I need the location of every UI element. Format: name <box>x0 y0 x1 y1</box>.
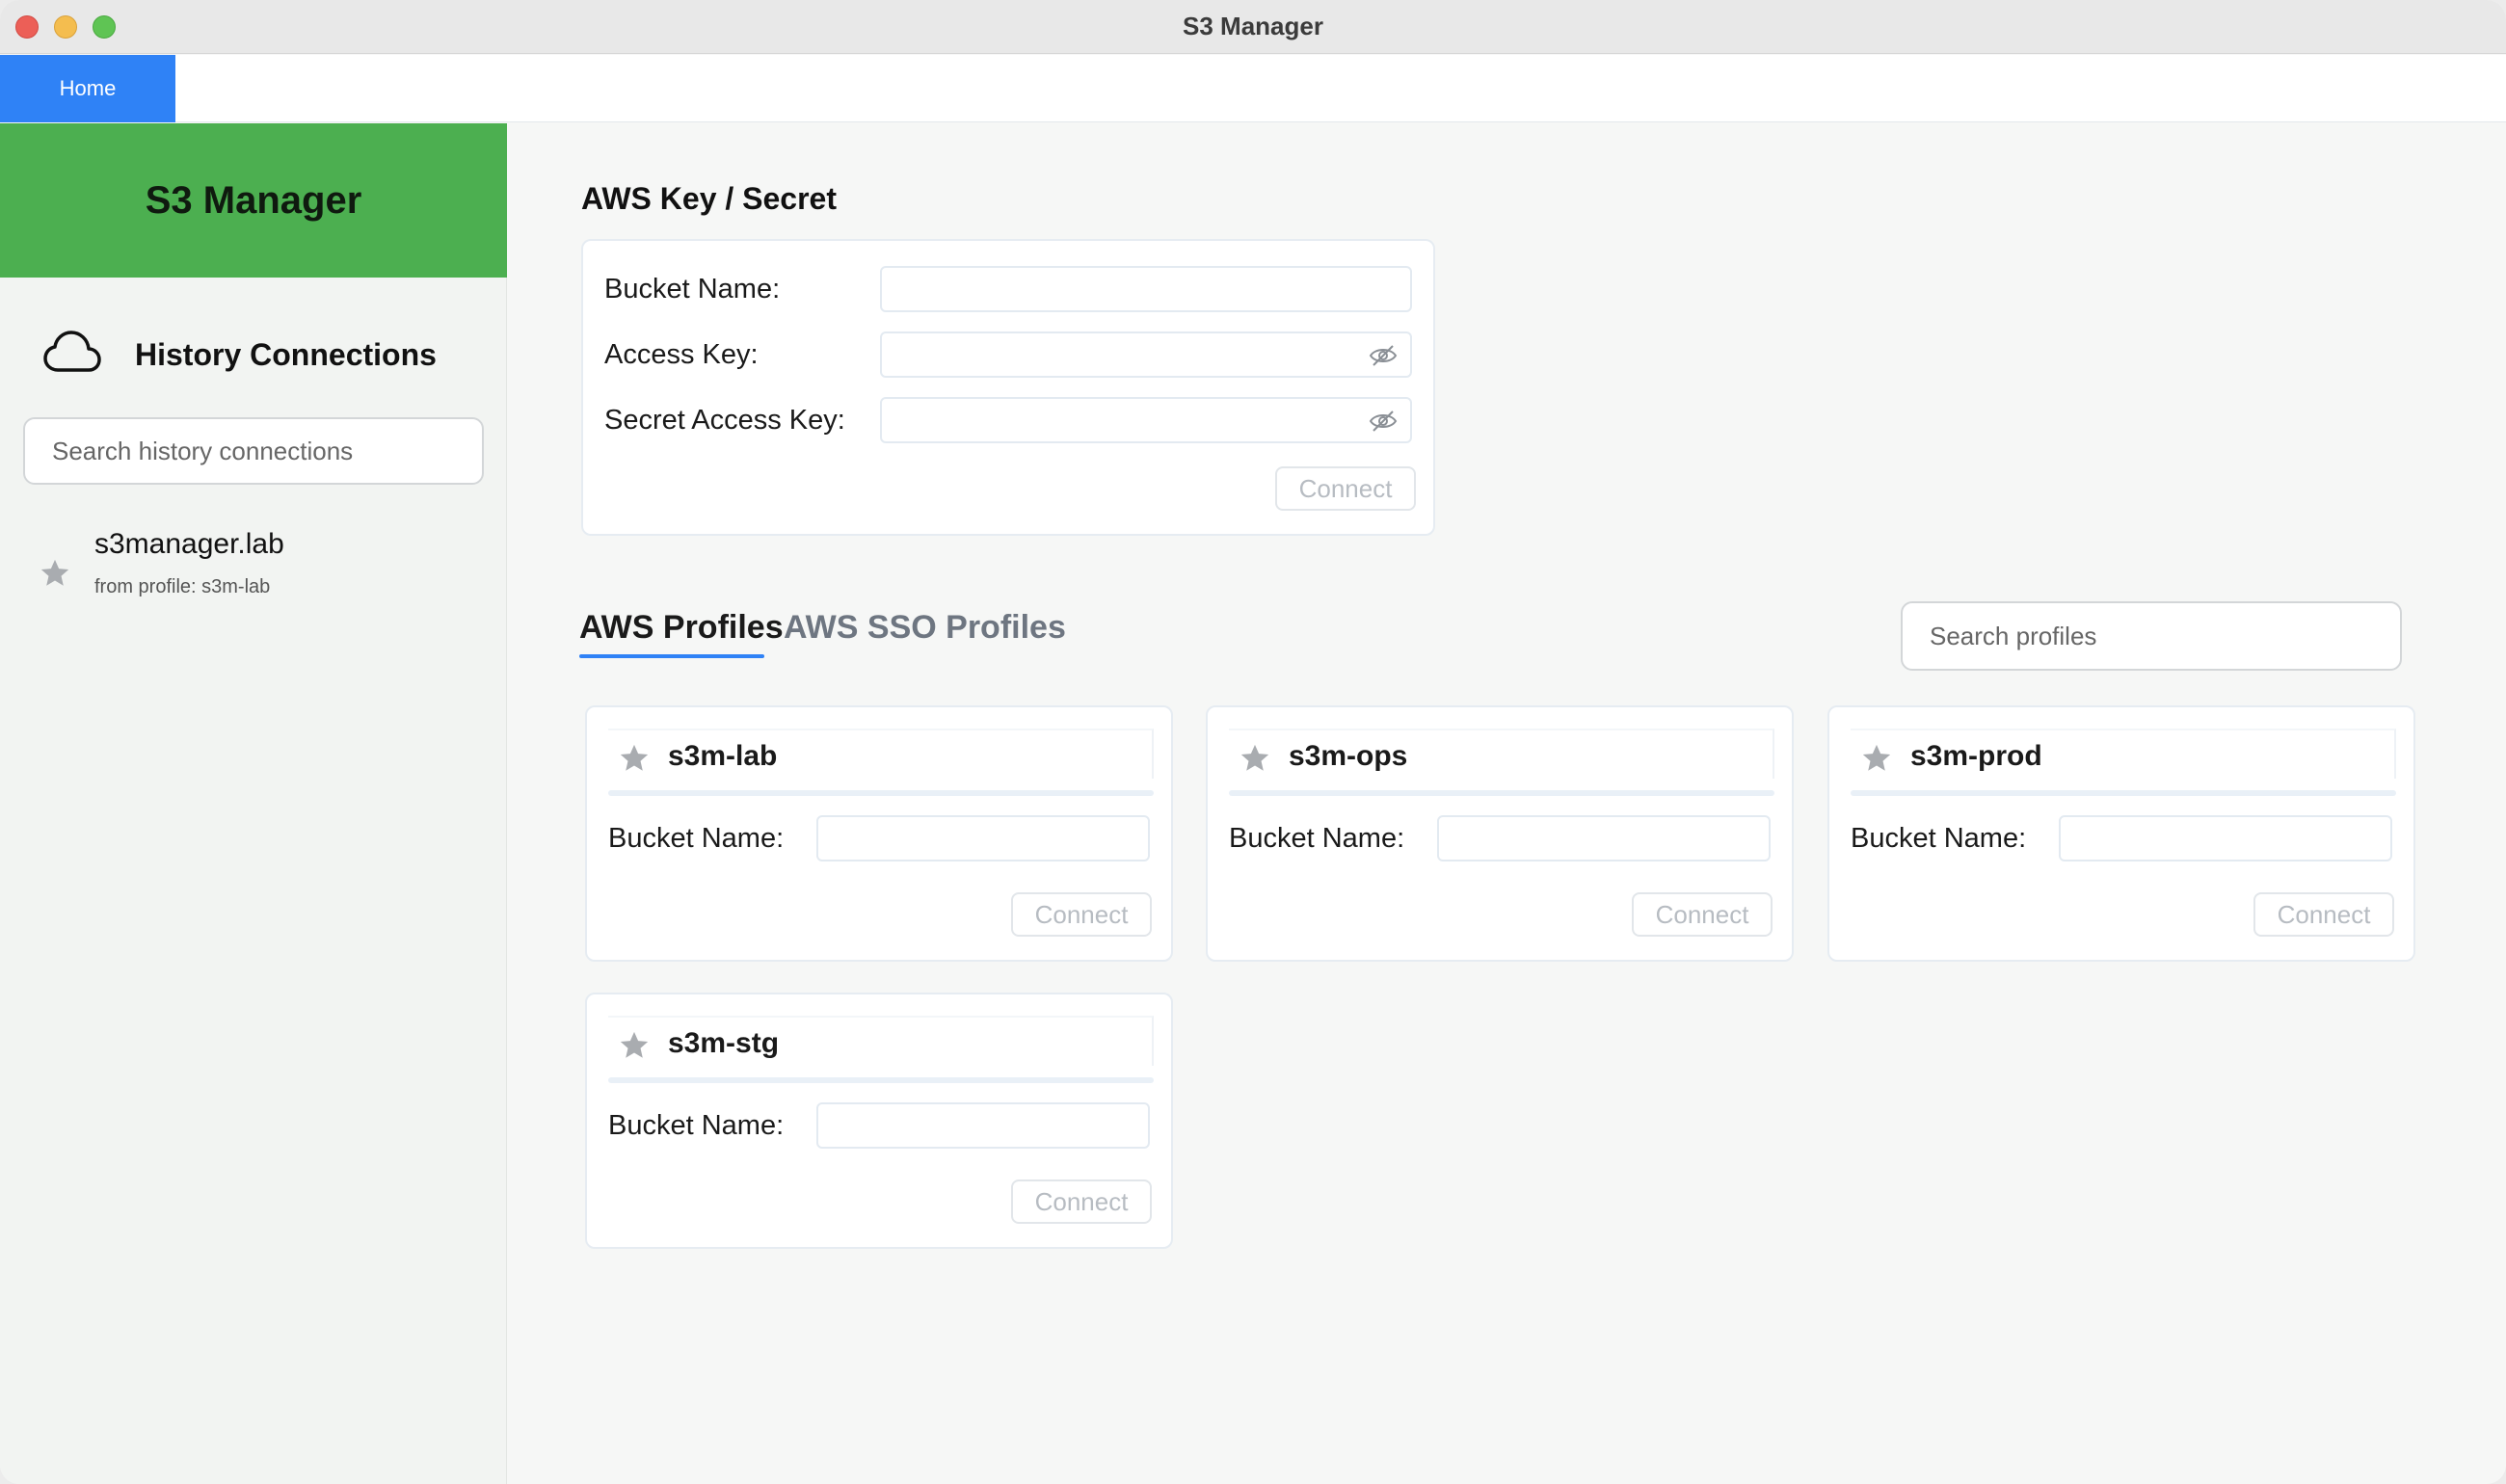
tab-aws-profiles[interactable]: AWS Profiles <box>579 609 784 647</box>
profile-card-header: s3m-prod <box>1851 729 2396 779</box>
connect-button[interactable]: Connect <box>1632 892 1773 937</box>
star-icon[interactable] <box>1860 742 1893 775</box>
sidebar: S3 Manager History Connections s3manager… <box>0 123 507 1484</box>
history-title: History Connections <box>135 337 437 372</box>
bucket-name-label: Bucket Name: <box>1851 823 2027 854</box>
profile-card-header: s3m-stg <box>608 1016 1154 1066</box>
profile-card-header: s3m-ops <box>1229 729 1774 779</box>
divider <box>1851 790 2396 796</box>
secret-key-field[interactable] <box>880 397 1412 443</box>
connect-button[interactable]: Connect <box>1011 892 1152 937</box>
tab-strip: Home <box>0 55 2506 122</box>
profile-card: s3m-prod Bucket Name: Connect <box>1827 705 2415 962</box>
connect-button[interactable]: Connect <box>1275 466 1416 511</box>
access-key-label: Access Key: <box>604 339 759 370</box>
profile-card-header: s3m-lab <box>608 729 1154 779</box>
bucket-name-field[interactable] <box>880 266 1412 312</box>
profile-card: s3m-stg Bucket Name: Connect <box>585 993 1173 1249</box>
main-content: AWS Key / Secret Bucket Name: Access Key… <box>508 123 2506 1484</box>
history-item-name: s3manager.lab <box>94 528 284 560</box>
profile-name: s3m-stg <box>668 1027 780 1059</box>
connect-button[interactable]: Connect <box>1011 1179 1152 1224</box>
eye-slash-icon[interactable] <box>1368 409 1399 434</box>
access-key-row: Access Key: <box>604 331 1414 378</box>
bucket-name-field[interactable] <box>1437 815 1771 861</box>
bucket-name-label: Bucket Name: <box>1229 823 1405 854</box>
profile-card: s3m-lab Bucket Name: Connect <box>585 705 1173 962</box>
star-icon[interactable] <box>1239 742 1271 775</box>
star-icon[interactable] <box>39 557 71 590</box>
key-secret-form: Bucket Name: Access Key: Secret Access K… <box>581 239 1435 536</box>
history-header: History Connections <box>42 326 467 384</box>
profile-name: s3m-lab <box>668 740 778 772</box>
divider <box>608 1077 1154 1083</box>
divider <box>608 790 1154 796</box>
access-key-field[interactable] <box>880 331 1412 378</box>
cloud-icon <box>43 331 101 372</box>
connect-button[interactable]: Connect <box>2253 892 2394 937</box>
active-tab-indicator <box>579 654 764 658</box>
star-icon[interactable] <box>618 1029 651 1062</box>
app-window: S3 Manager Home S3 Manager History Conne… <box>0 0 2506 1484</box>
bucket-name-field[interactable] <box>816 815 1150 861</box>
window-title: S3 Manager <box>1183 12 1323 40</box>
tab-aws-sso-profiles[interactable]: AWS SSO Profiles <box>784 609 1066 647</box>
bucket-name-label: Bucket Name: <box>608 1110 785 1141</box>
bucket-name-field[interactable] <box>2059 815 2392 861</box>
secret-key-label: Secret Access Key: <box>604 405 845 436</box>
star-icon[interactable] <box>618 742 651 775</box>
key-form-title: AWS Key / Secret <box>581 181 837 216</box>
bucket-row: Bucket Name: <box>604 266 1414 312</box>
divider <box>1229 790 1774 796</box>
app-brand: S3 Manager <box>0 123 507 278</box>
bucket-name-label: Bucket Name: <box>608 823 785 854</box>
secret-key-row: Secret Access Key: <box>604 397 1414 443</box>
bucket-name-field[interactable] <box>816 1102 1150 1149</box>
eye-slash-icon[interactable] <box>1368 343 1399 368</box>
history-search-input[interactable] <box>23 417 484 485</box>
tab-home[interactable]: Home <box>0 55 175 122</box>
history-item-subtitle: from profile: s3m-lab <box>94 576 271 597</box>
history-item[interactable]: s3manager.lab from profile: s3m-lab <box>39 528 482 624</box>
profile-search-input[interactable] <box>1901 601 2402 671</box>
bucket-name-label: Bucket Name: <box>604 274 781 305</box>
profile-name: s3m-ops <box>1289 740 1408 772</box>
profile-name: s3m-prod <box>1910 740 2042 772</box>
title-bar: S3 Manager <box>0 0 2506 54</box>
profile-card: s3m-ops Bucket Name: Connect <box>1206 705 1794 962</box>
